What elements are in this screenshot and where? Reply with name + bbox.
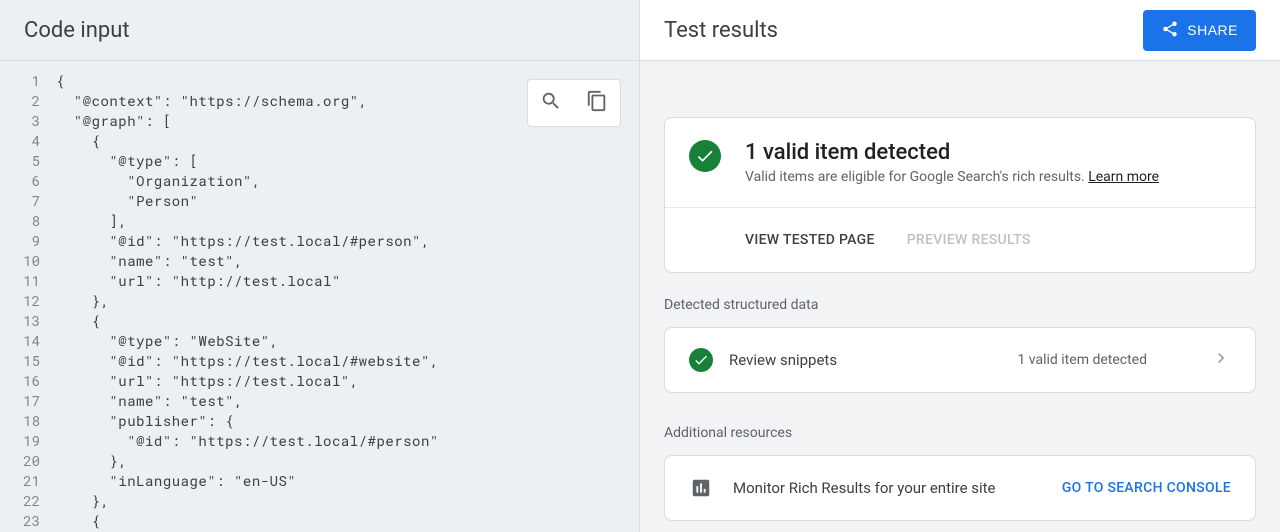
preview-results-button: PREVIEW RESULTS: [907, 208, 1031, 272]
view-tested-page-button[interactable]: VIEW TESTED PAGE: [745, 208, 875, 272]
valid-summary-row: 1 valid item detected Valid items are el…: [665, 118, 1255, 207]
valid-subtitle: Valid items are eligible for Google Sear…: [745, 169, 1159, 185]
checkmark-icon: [689, 140, 721, 172]
row-count: 1 valid item detected: [1017, 352, 1147, 368]
resource-text: Monitor Rich Results for your entire sit…: [733, 479, 1042, 497]
test-results-title: Test results: [664, 18, 778, 43]
test-results-header: Test results SHARE: [640, 0, 1280, 61]
chevron-right-icon: [1211, 348, 1231, 372]
code-editor-wrap: 1234567891011121314151617181920212223 { …: [0, 61, 639, 532]
valid-card-actions: VIEW TESTED PAGE PREVIEW RESULTS: [665, 207, 1255, 272]
detected-data-label: Detected structured data: [664, 297, 1256, 313]
search-icon: [540, 90, 562, 116]
additional-resources-label: Additional resources: [664, 425, 1256, 441]
checkmark-icon: [689, 348, 713, 372]
row-label: Review snippets: [729, 351, 1001, 369]
bar-chart-icon: [689, 476, 713, 500]
search-button[interactable]: [528, 80, 574, 126]
editor-toolbar: [527, 79, 621, 127]
code-input-header: Code input: [0, 0, 639, 61]
copy-icon: [586, 90, 608, 116]
valid-title: 1 valid item detected: [745, 140, 1159, 165]
code-content[interactable]: { "@context": "https://schema.org", "@gr…: [48, 61, 639, 532]
valid-items-card: 1 valid item detected Valid items are el…: [664, 117, 1256, 273]
valid-sub-text: Valid items are eligible for Google Sear…: [745, 169, 1088, 185]
valid-text-block: 1 valid item detected Valid items are el…: [745, 140, 1159, 185]
review-snippets-row[interactable]: Review snippets 1 valid item detected: [664, 327, 1256, 393]
test-results-pane: Test results SHARE 1 valid item detected…: [640, 0, 1280, 532]
share-button[interactable]: SHARE: [1143, 10, 1256, 51]
code-input-pane: Code input 12345678910111213141516171819…: [0, 0, 640, 532]
share-icon: [1161, 20, 1179, 41]
code-input-title: Code input: [24, 18, 130, 43]
line-gutter: 1234567891011121314151617181920212223: [0, 61, 48, 532]
learn-more-link[interactable]: Learn more: [1088, 169, 1159, 185]
go-to-search-console-button[interactable]: GO TO SEARCH CONSOLE: [1062, 480, 1231, 496]
test-results-body: 1 valid item detected Valid items are el…: [640, 61, 1280, 532]
copy-button[interactable]: [574, 80, 620, 126]
share-label: SHARE: [1187, 22, 1238, 38]
code-editor[interactable]: 1234567891011121314151617181920212223 { …: [0, 61, 639, 532]
search-console-resource: Monitor Rich Results for your entire sit…: [664, 455, 1256, 521]
